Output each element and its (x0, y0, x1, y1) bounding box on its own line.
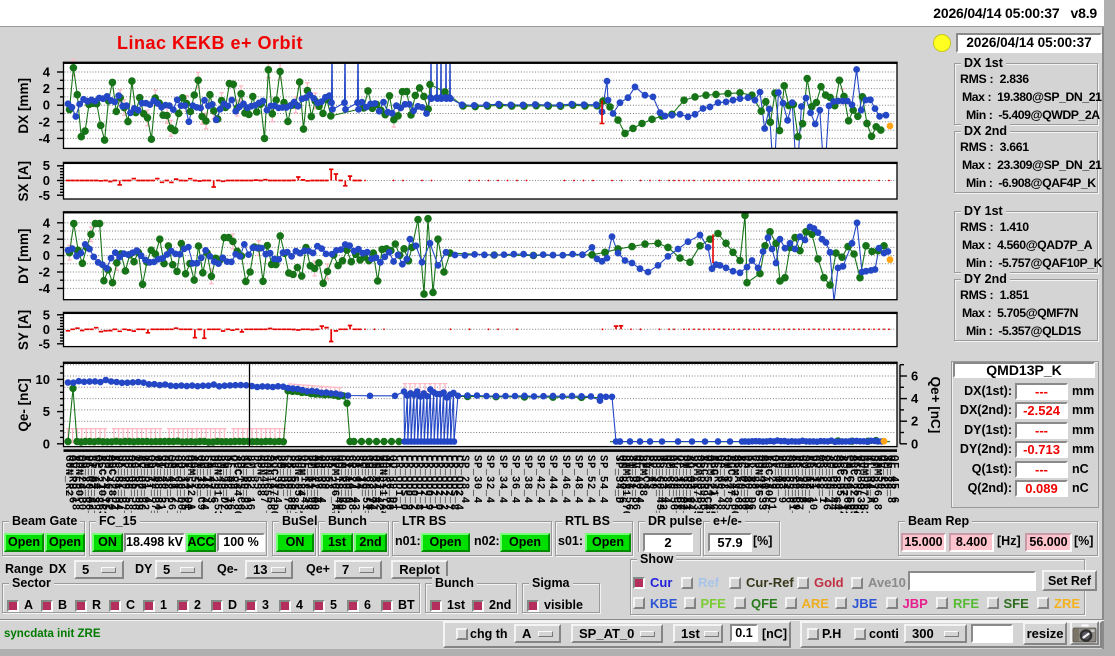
svg-text:-4: -4 (38, 131, 50, 146)
svg-text:2: 2 (43, 232, 50, 247)
svg-text:QF_45_6: QF_45_6 (887, 455, 899, 504)
svg-text:-5: -5 (38, 336, 50, 351)
svg-text:4: 4 (911, 391, 919, 406)
svg-text:4: 4 (43, 65, 51, 80)
svg-text:-2: -2 (38, 114, 50, 129)
svg-text:SP_28_4: SP_28_4 (458, 455, 470, 504)
svg-text:SP_32_4: SP_32_4 (483, 455, 495, 504)
svg-text:SP_46_4: SP_46_4 (559, 455, 571, 504)
svg-text:0: 0 (43, 248, 50, 263)
svg-text:SX [A]: SX [A] (16, 161, 31, 202)
svg-text:SP_54_4: SP_54_4 (597, 455, 609, 504)
svg-text:0: 0 (911, 436, 918, 451)
svg-text:SP_36_4: SP_36_4 (508, 455, 520, 504)
svg-text:DY [mm]: DY [mm] (16, 229, 31, 284)
svg-text:DX [mm]: DX [mm] (16, 78, 31, 134)
svg-text:0: 0 (43, 436, 50, 451)
svg-text:0: 0 (43, 98, 50, 113)
svg-text:5: 5 (43, 404, 50, 419)
svg-text:SY [A]: SY [A] (16, 310, 31, 350)
svg-text:5: 5 (43, 158, 50, 173)
svg-text:0: 0 (43, 173, 50, 188)
svg-text:6: 6 (911, 369, 918, 384)
svg-text:4: 4 (43, 215, 51, 230)
svg-text:2: 2 (43, 81, 50, 96)
svg-text:-2: -2 (38, 265, 50, 280)
svg-text:SP_34_4: SP_34_4 (496, 455, 508, 504)
svg-text:SP_48_4: SP_48_4 (571, 455, 583, 504)
svg-text:SP_44_4: SP_44_4 (546, 455, 558, 504)
svg-text:SP_42_4: SP_42_4 (534, 455, 546, 504)
svg-text:10: 10 (36, 372, 50, 387)
svg-text:SP_52_4: SP_52_4 (584, 455, 596, 504)
svg-text:5: 5 (43, 307, 50, 322)
svg-text:0: 0 (43, 322, 50, 337)
svg-text:-5: -5 (38, 188, 50, 203)
svg-text:2: 2 (911, 414, 918, 429)
svg-text:Qe- [nC]: Qe- [nC] (16, 378, 31, 431)
svg-text:SP_30_4: SP_30_4 (471, 455, 483, 504)
svg-text:SP_38_4: SP_38_4 (521, 455, 533, 504)
svg-text:-4: -4 (38, 281, 50, 296)
svg-text:Qe+ [nC]: Qe+ [nC] (928, 377, 940, 434)
